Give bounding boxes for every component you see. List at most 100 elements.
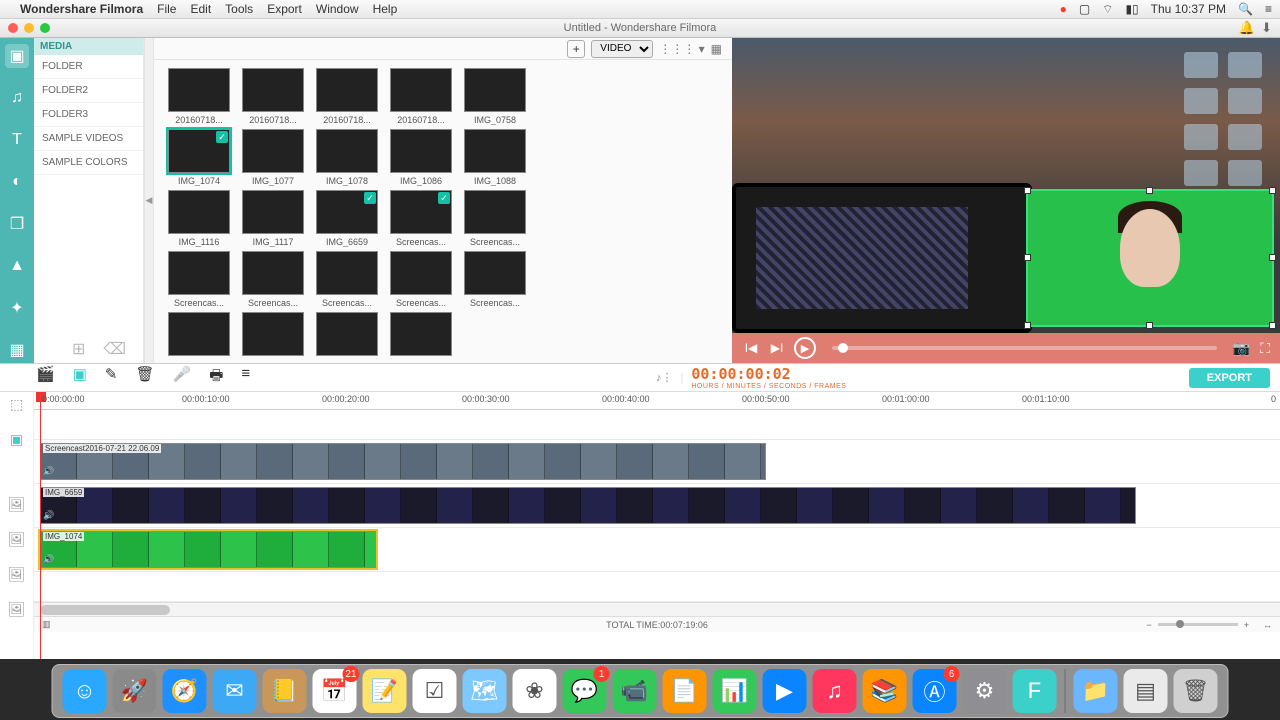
resize-handle[interactable] [1146, 322, 1153, 329]
tool-delete-icon[interactable]: 🗑 [135, 365, 154, 390]
preview-pip-selected[interactable] [1026, 189, 1274, 327]
dock-contacts-icon[interactable]: 📒 [263, 669, 307, 713]
dock-keynote-icon[interactable]: ▶ [763, 669, 807, 713]
dock-filmora-icon[interactable]: F [1013, 669, 1057, 713]
clip-img1074[interactable]: IMG_1074 🔊 [40, 531, 376, 568]
media-thumbnail[interactable]: IMG_1086 [390, 129, 452, 186]
resize-handle[interactable] [1269, 322, 1276, 329]
rail-filters-icon[interactable]: ◐ [5, 170, 29, 194]
zoom-slider[interactable] [1158, 623, 1238, 626]
battery-icon[interactable]: ▮▯ [1125, 2, 1138, 16]
dock-doc-icon[interactable]: ▤ [1124, 669, 1168, 713]
media-thumbnail[interactable]: ✓IMG_1074 [168, 129, 230, 186]
tool-export-icon[interactable]: 🖶 [209, 365, 223, 390]
tool-voiceover-icon[interactable]: 🎤 [173, 365, 192, 390]
dock-ibooks-icon[interactable]: 📚 [863, 669, 907, 713]
folder-item[interactable]: FOLDER [34, 55, 143, 79]
media-thumbnail[interactable]: IMG_0758 [464, 68, 526, 125]
media-thumbnail[interactable]: IMG_1078 [316, 129, 378, 186]
view-grid-icon[interactable]: ▦ [711, 42, 722, 56]
new-folder-icon[interactable]: ⊞ [72, 339, 85, 359]
wifi-icon[interactable]: ⌔ [1102, 2, 1113, 17]
clock-text[interactable]: Thu 10:37 PM [1151, 2, 1226, 16]
airplay-icon[interactable]: ▢ [1079, 2, 1090, 16]
media-thumbnail[interactable]: IMG_1116 [168, 190, 230, 247]
play-button[interactable]: ▶ [794, 337, 816, 359]
tool-crop-icon[interactable]: ✎ [105, 365, 118, 390]
resize-handle[interactable] [1024, 254, 1031, 261]
media-thumbnail[interactable]: IMG_1117 [242, 190, 304, 247]
track-pip-3[interactable] [34, 572, 1280, 602]
delete-folder-icon[interactable]: ⌫ [103, 339, 126, 359]
folder-item[interactable]: FOLDER2 [34, 79, 143, 103]
rail-text-icon[interactable]: T [5, 128, 29, 152]
media-thumbnail[interactable]: Screencas... [316, 251, 378, 308]
resize-handle[interactable] [1269, 254, 1276, 261]
track-pip-1[interactable]: IMG_6659 🔊 [34, 484, 1280, 528]
media-thumbnail[interactable]: 20160718... [168, 68, 230, 125]
track-pip2-icon[interactable]: 🖼 [8, 531, 26, 548]
track-video-1[interactable]: Screencast2016-07-21 22.06.09 🔊 [34, 440, 1280, 484]
media-thumbnail[interactable]: ✓Screencas... [390, 190, 452, 247]
track-lock-icon[interactable]: ⬚ [10, 396, 23, 413]
sort-icon[interactable]: ⋮⋮⋮ ▾ [659, 42, 704, 56]
notifications-icon[interactable]: 🔔 [1239, 20, 1255, 36]
notification-center-icon[interactable]: ≡ [1265, 2, 1272, 16]
export-button[interactable]: EXPORT [1189, 368, 1270, 388]
rail-splitscreen-icon[interactable]: ▦ [5, 338, 29, 362]
tool-edit-icon[interactable]: 🎬 [36, 365, 55, 390]
menu-help[interactable]: Help [373, 2, 398, 16]
media-thumbnail[interactable] [168, 312, 230, 359]
window-close-button[interactable] [8, 23, 18, 33]
menu-edit[interactable]: Edit [190, 2, 211, 16]
import-button[interactable]: + [567, 40, 585, 58]
resize-handle[interactable] [1146, 187, 1153, 194]
folder-item[interactable]: FOLDER3 [34, 103, 143, 127]
fullscreen-button[interactable]: ⛶ [1260, 340, 1270, 357]
window-zoom-button[interactable] [40, 23, 50, 33]
media-thumbnail[interactable] [390, 312, 452, 359]
dock-downloads-icon[interactable]: 📁 [1074, 669, 1118, 713]
track-pip-2[interactable]: IMG_1074 🔊 [34, 528, 1280, 572]
zoom-in-button[interactable]: + [1244, 620, 1249, 630]
media-thumbnail[interactable]: 20160718... [316, 68, 378, 125]
media-thumbnail[interactable]: ✓IMG_6659 [316, 190, 378, 247]
menu-tools[interactable]: Tools [225, 2, 253, 16]
media-thumbnail[interactable] [242, 312, 304, 359]
dock-notes-icon[interactable]: 📝 [363, 669, 407, 713]
zoom-out-button[interactable]: − [1146, 620, 1151, 630]
rail-overlays-icon[interactable]: ❐ [5, 212, 29, 236]
track-empty-1[interactable] [34, 410, 1280, 440]
media-thumbnail[interactable]: 20160718... [242, 68, 304, 125]
resize-handle[interactable] [1024, 187, 1031, 194]
rail-music-icon[interactable]: ♫ [5, 86, 29, 110]
media-thumbnail[interactable]: Screencas... [390, 251, 452, 308]
media-thumbnail[interactable]: IMG_1088 [464, 129, 526, 186]
zoom-fit-button[interactable]: ↔ [1263, 620, 1272, 630]
dock-finder-icon[interactable]: ☺ [63, 669, 107, 713]
track-pip1-icon[interactable]: 🖼 [8, 496, 26, 513]
dock-facetime-icon[interactable]: 📹 [613, 669, 657, 713]
track-video-icon[interactable]: ▣ [10, 431, 23, 448]
dock-numbers-icon[interactable]: 📊 [713, 669, 757, 713]
track-pip4-icon[interactable]: 🖼 [8, 601, 26, 618]
dock-trash-icon[interactable]: 🗑 [1174, 669, 1218, 713]
dock-safari-icon[interactable]: 🧭 [163, 669, 207, 713]
dock-reminders-icon[interactable]: ☑ [413, 669, 457, 713]
dock-itunes-icon[interactable]: ♫ [813, 669, 857, 713]
collapse-handle-icon[interactable]: ◀ [144, 38, 154, 363]
timeline-ruler[interactable]: 0:00:00:0000:00:10:0000:00:20:0000:00:30… [34, 392, 1280, 410]
snapshot-button[interactable]: 📷 [1233, 340, 1250, 357]
dock-maps-icon[interactable]: 🗺 [463, 669, 507, 713]
rail-elements-icon[interactable]: ▲ [5, 254, 29, 278]
dock-preferences-icon[interactable]: ⚙ [963, 669, 1007, 713]
view-mode-icon[interactable]: ▥ [42, 619, 51, 630]
menu-window[interactable]: Window [316, 2, 359, 16]
playback-progress[interactable] [832, 346, 1217, 350]
media-thumbnail[interactable]: IMG_1077 [242, 129, 304, 186]
dock-pages-icon[interactable]: 📄 [663, 669, 707, 713]
menu-file[interactable]: File [157, 2, 176, 16]
media-filter-select[interactable]: VIDEO [591, 40, 653, 58]
spotlight-icon[interactable]: 🔍 [1238, 2, 1253, 16]
dock-mail-icon[interactable]: ✉ [213, 669, 257, 713]
